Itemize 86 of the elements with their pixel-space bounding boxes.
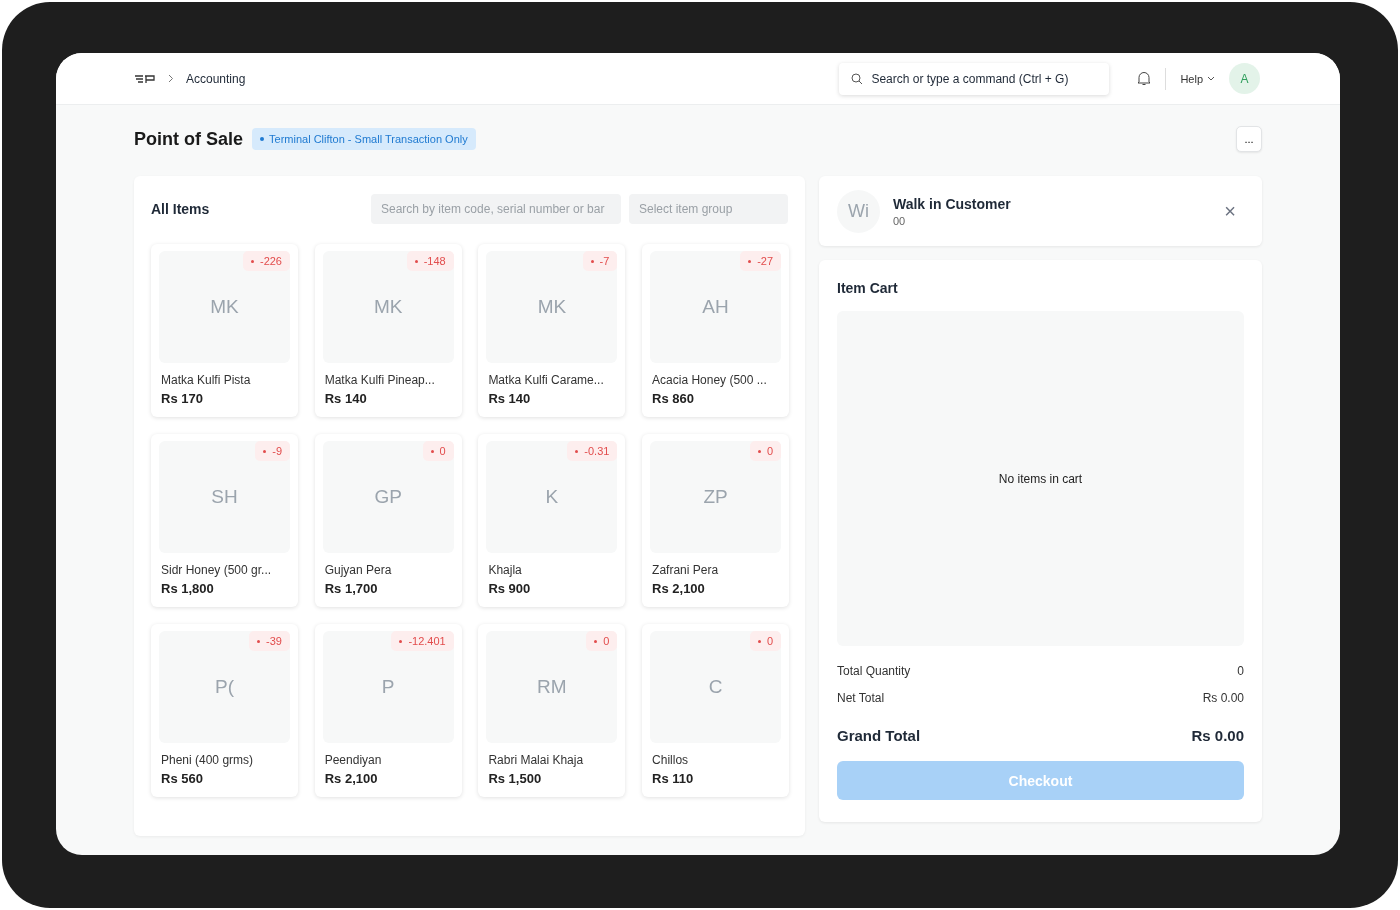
panel-title: All Items (151, 201, 210, 217)
chevron-icon (168, 74, 174, 83)
item-name: Matka Kulfi Carame... (488, 372, 605, 389)
item-group-field[interactable]: Select item group (629, 194, 788, 224)
cart-title: Item Cart (837, 280, 899, 296)
item-price: Rs 1,800 (161, 580, 215, 598)
customer-code: 00 (893, 214, 907, 227)
search-icon (851, 72, 864, 85)
total-label: Grand Total (837, 727, 921, 744)
breadcrumb-link[interactable]: Accounting (186, 71, 246, 86)
item-initials: MK (210, 296, 239, 318)
total-value: Rs 0.00 (1191, 727, 1244, 744)
item-price: Rs 110 (652, 770, 695, 788)
item-card[interactable]: MK -7 Matka Kulfi Carame... Rs 140 (478, 244, 626, 417)
item-card[interactable]: C 0 Chillos Rs 110 (642, 624, 790, 797)
item-name: Peendiyan (324, 752, 383, 769)
stock-badge: -7 (582, 251, 618, 271)
item-price: Rs 1,700 (324, 580, 379, 598)
item-price: Rs 860 (652, 390, 695, 408)
stock-badge: -0.31 (567, 441, 618, 461)
stock-badge: 0 (749, 631, 782, 651)
stock-badge: -148 (406, 251, 454, 271)
item-name: Sidr Honey (500 gr... (161, 562, 273, 579)
customer-name: Walk in Customer (893, 195, 1012, 212)
total-value: 0 (1237, 664, 1244, 678)
logo-icon (134, 73, 156, 84)
total-label: Total Quantity (837, 664, 911, 678)
item-name: Zafrani Pera (652, 562, 720, 579)
status-badge: Terminal Clifton - Small Transaction Only (252, 128, 476, 150)
item-initials: P( (215, 676, 234, 698)
item-card[interactable]: GP 0 Gujyan Pera Rs 1,700 (314, 434, 462, 607)
item-initials: MK (537, 296, 567, 318)
item-name: Matka Kulfi Pineap... (324, 372, 436, 389)
item-initials: C (708, 676, 723, 698)
caret-icon (1207, 76, 1215, 81)
item-card[interactable]: P( -39 Pheni (400 grms) Rs 560 (151, 624, 298, 797)
close-button[interactable]: × (1216, 201, 1244, 221)
customer-avatar: Wi (837, 189, 880, 233)
stock-badge: 0 (749, 441, 782, 461)
item-price: Rs 170 (161, 390, 204, 408)
item-price: Rs 1,500 (488, 770, 543, 788)
item-name: Chillos (652, 752, 690, 769)
more-button[interactable]: ... (1236, 126, 1262, 152)
stock-badge: -12.401 (391, 631, 454, 651)
item-initials: AH (702, 296, 729, 318)
item-card[interactable]: K -0.31 Khajla Rs 900 (478, 434, 626, 607)
item-card[interactable]: MK -148 Matka Kulfi Pineap... Rs 140 (314, 244, 462, 417)
item-card[interactable]: AH -27 Acacia Honey (500 ... Rs 860 (642, 244, 790, 417)
item-initials: K (545, 486, 559, 508)
stock-badge: -226 (242, 251, 290, 271)
total-label: Net Total (837, 691, 885, 705)
item-name: Rabri Malai Khaja (488, 752, 585, 769)
total-value: Rs 0.00 (1202, 691, 1244, 705)
page-title: Point of Sale (134, 128, 243, 150)
item-initials: RM (537, 676, 567, 698)
item-name: Matka Kulfi Pista (161, 372, 252, 389)
item-card[interactable]: ZP 0 Zafrani Pera Rs 2,100 (642, 434, 790, 607)
item-initials: GP (374, 486, 402, 508)
stock-badge: -27 (740, 251, 782, 271)
item-price: Rs 900 (488, 580, 532, 598)
item-price: Rs 2,100 (652, 580, 706, 598)
item-name: Gujyan Pera (324, 562, 393, 579)
item-price: Rs 2,100 (324, 770, 379, 788)
search-field[interactable]: Search or type a command (Ctrl + G) (839, 62, 1110, 95)
bell-icon[interactable] (1137, 71, 1152, 86)
item-name: Pheni (400 grms) (161, 752, 255, 769)
item-card[interactable]: SH -9 Sidr Honey (500 gr... Rs 1,800 (151, 434, 298, 607)
item-price: Rs 140 (324, 390, 368, 408)
stock-badge: -9 (255, 441, 290, 461)
item-name: Acacia Honey (500 ... (652, 372, 768, 389)
item-name: Khajla (488, 562, 523, 579)
item-initials: P (381, 676, 395, 698)
item-card[interactable]: RM 0 Rabri Malai Khaja Rs 1,500 (478, 624, 626, 797)
item-initials: MK (373, 296, 403, 318)
stock-badge: 0 (422, 441, 454, 461)
help-menu[interactable]: Help (1180, 72, 1215, 85)
item-search-field[interactable]: Search by item code, serial number or bar (371, 194, 621, 224)
item-price: Rs 140 (488, 390, 532, 408)
item-card[interactable]: MK -226 Matka Kulfi Pista Rs 170 (151, 244, 298, 417)
item-initials: SH (211, 486, 238, 508)
item-card[interactable]: P -12.401 Peendiyan Rs 2,100 (314, 624, 462, 797)
item-initials: ZP (703, 486, 728, 508)
empty-message: No items in cart (998, 471, 1083, 486)
stock-badge: -39 (249, 631, 290, 651)
stock-badge: 0 (586, 631, 618, 651)
item-price: Rs 560 (161, 770, 204, 788)
